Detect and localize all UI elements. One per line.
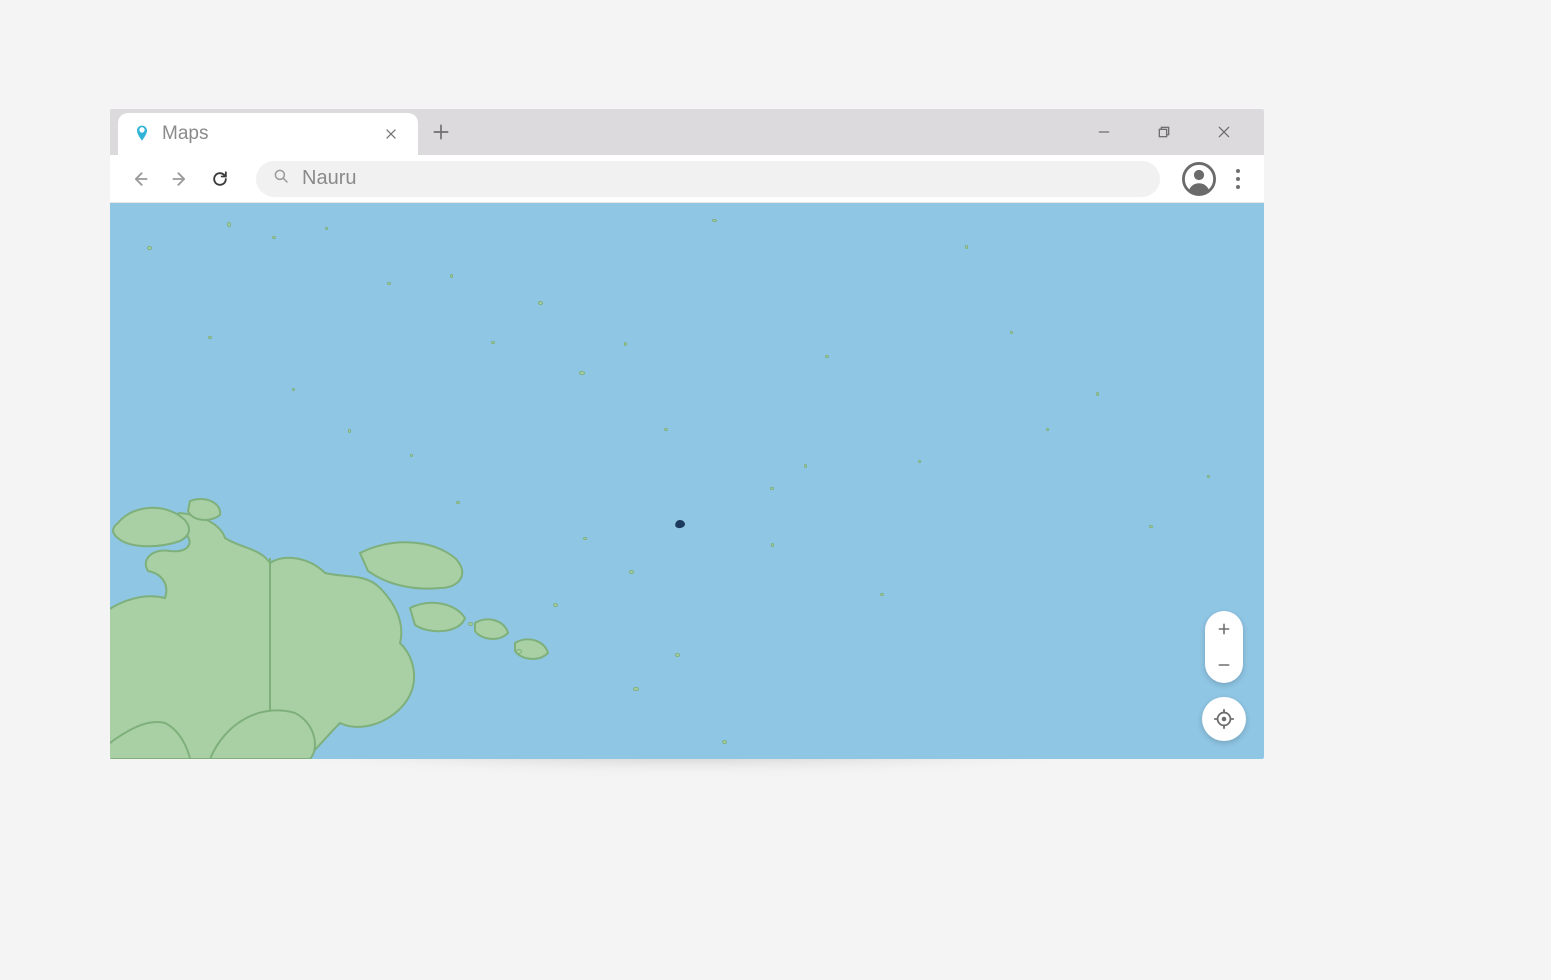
overflow-menu-button[interactable] — [1228, 165, 1248, 193]
map-islet — [387, 282, 391, 285]
tab-close-button[interactable] — [380, 123, 402, 145]
zoom-in-button[interactable] — [1205, 611, 1243, 647]
map-islet — [624, 342, 627, 346]
back-button[interactable] — [126, 165, 154, 193]
tab-bar: Maps — [110, 109, 1264, 155]
map-islet — [538, 301, 543, 305]
map-islet — [583, 537, 587, 540]
map-viewport[interactable] — [110, 203, 1264, 759]
map-islet — [1046, 428, 1049, 431]
tab-active[interactable]: Maps — [118, 113, 418, 155]
window-close-button[interactable] — [1212, 120, 1236, 144]
map-landmass — [110, 203, 1264, 759]
map-controls — [1202, 611, 1246, 741]
map-islet — [918, 460, 921, 463]
map-islet — [1096, 392, 1099, 396]
reload-button[interactable] — [206, 165, 234, 193]
map-pin-icon — [132, 124, 152, 144]
address-bar[interactable] — [256, 161, 1160, 197]
map-islet — [722, 740, 727, 744]
zoom-control — [1205, 611, 1243, 683]
map-islet — [712, 219, 717, 222]
profile-avatar[interactable] — [1182, 162, 1216, 196]
map-islet — [491, 341, 495, 344]
map-islet — [468, 622, 473, 626]
new-tab-button[interactable] — [418, 109, 464, 155]
map-islet — [348, 429, 351, 433]
browser-window: Maps — [110, 109, 1264, 759]
window-maximize-button[interactable] — [1152, 120, 1176, 144]
search-icon — [272, 167, 290, 190]
map-islet — [633, 687, 639, 691]
zoom-out-button[interactable] — [1205, 647, 1243, 683]
map-islet — [1010, 331, 1013, 334]
forward-button[interactable] — [166, 165, 194, 193]
map-islet — [227, 222, 231, 227]
address-input[interactable] — [300, 166, 1144, 191]
my-location-button[interactable] — [1202, 697, 1246, 741]
map-islet — [579, 371, 585, 375]
tab-title: Maps — [162, 123, 208, 145]
window-controls — [1092, 109, 1256, 155]
browser-toolbar — [110, 155, 1264, 203]
window-minimize-button[interactable] — [1092, 120, 1116, 144]
map-islet — [804, 464, 807, 468]
